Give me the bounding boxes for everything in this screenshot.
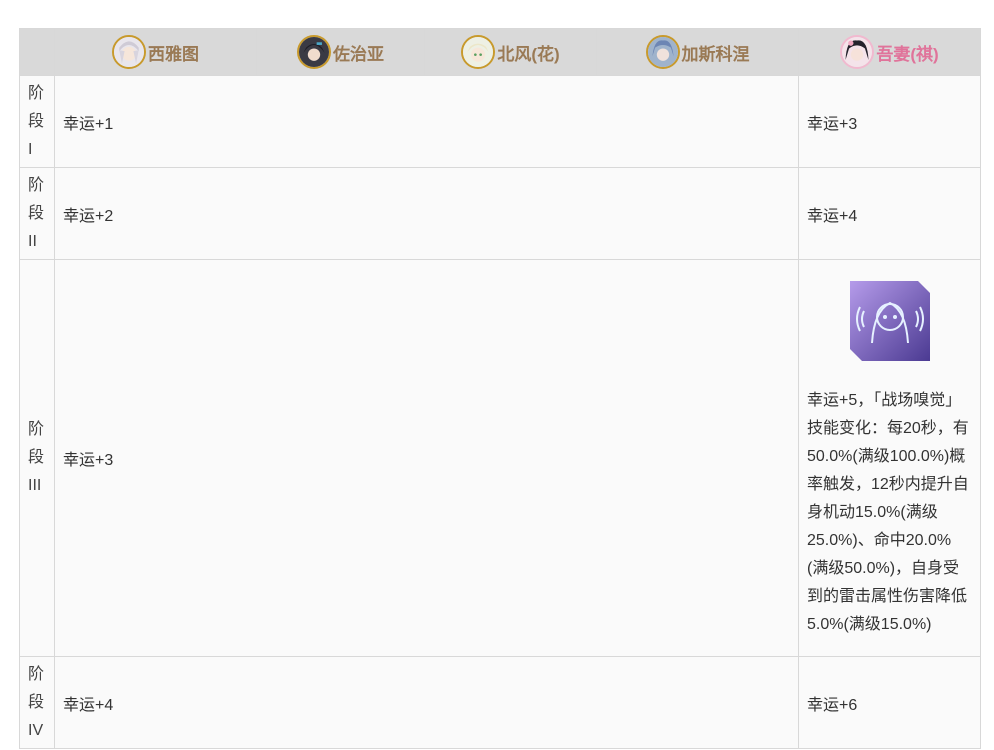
stage-label: 阶段 II xyxy=(19,167,55,260)
azuma-avatar-icon[interactable] xyxy=(840,35,875,69)
header-name[interactable]: 西雅图 xyxy=(148,40,199,65)
header-seattle[interactable]: 西雅图 xyxy=(54,28,257,76)
azuma-bonus: 幸运+5，「战场嗅觉」技能变化：每20秒，有50.0%(满级100.0%)概率触… xyxy=(807,392,969,633)
azuma-bonus: 幸运+4 xyxy=(798,167,981,260)
stage-row: 阶段I 幸运+1 幸运+3 xyxy=(19,75,981,168)
header-row: 西雅图 佐治亚 北风(花) 加斯科涅 吾妻(祺) xyxy=(19,28,981,76)
ship-stage-table: 西雅图 佐治亚 北风(花) 加斯科涅 吾妻(祺) 阶 段 I 幸运+1 幸运+3… xyxy=(19,28,981,749)
stage-label: 阶段 III xyxy=(19,259,55,657)
azuma-bonus: 幸运+3 xyxy=(798,75,981,168)
header-gascogne[interactable]: 加斯科涅 xyxy=(596,28,799,76)
shared-bonus: 幸运+2 xyxy=(54,167,799,260)
header-azuma[interactable]: 吾妻(祺) xyxy=(798,28,981,76)
shared-bonus: 幸运+3 xyxy=(54,259,799,657)
header-name[interactable]: 佐治亚 xyxy=(333,40,384,65)
stage-row: 阶段 IV 幸运+4 幸运+6 xyxy=(19,656,981,749)
georgia-avatar-icon[interactable] xyxy=(297,35,331,69)
kitakaze-avatar-icon[interactable] xyxy=(461,35,496,69)
header-name[interactable]: 北风(花) xyxy=(497,40,559,65)
header-name[interactable]: 吾妻(祺) xyxy=(876,40,938,65)
shared-bonus: 幸运+4 xyxy=(54,656,799,749)
shared-bonus: 幸运+1 xyxy=(54,75,799,168)
gascogne-avatar-icon[interactable] xyxy=(645,35,680,69)
stage-label: 阶段 IV xyxy=(19,656,55,749)
corner-cell xyxy=(19,28,55,76)
seattle-avatar-icon[interactable] xyxy=(112,35,146,69)
header-name[interactable]: 加斯科涅 xyxy=(682,40,750,65)
battlefield-sense-skill-icon[interactable] xyxy=(849,281,930,361)
header-kitakaze[interactable]: 北风(花) xyxy=(424,28,597,76)
azuma-bonus: 幸运+6 xyxy=(798,656,981,749)
header-georgia[interactable]: 佐治亚 xyxy=(256,28,425,76)
stage-row: 阶段 II 幸运+2 幸运+4 xyxy=(19,167,981,260)
azuma-stage3-cell: 幸运+5，「战场嗅觉」技能变化：每20秒，有50.0%(满级100.0%)概率触… xyxy=(798,259,981,657)
stage-row: 阶段 III 幸运+3 幸运+5，「战场嗅觉」技能变化：每20秒，有50.0%(满… xyxy=(19,259,981,657)
stage-label: 阶段I xyxy=(19,75,55,168)
